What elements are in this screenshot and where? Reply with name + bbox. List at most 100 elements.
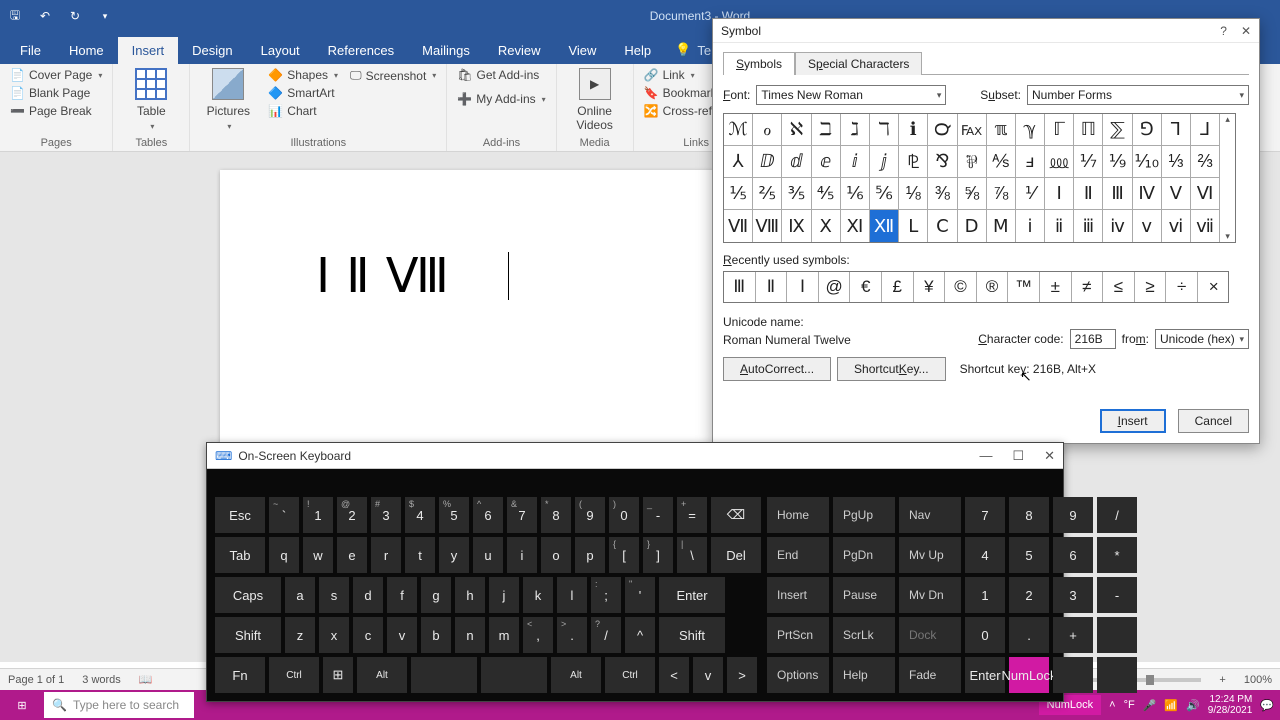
osk-key[interactable]: s <box>319 577 349 613</box>
symbol-cell[interactable]: ℽ <box>1016 114 1045 146</box>
symbol-cell[interactable]: ⅊ <box>899 146 928 178</box>
osk-key[interactable]: Fn <box>215 657 265 693</box>
osk-key[interactable]: ^6 <box>473 497 503 533</box>
chart-button[interactable]: 📊 Chart <box>268 104 338 118</box>
osk-key[interactable]: / <box>1097 497 1137 533</box>
recent-symbol-cell[interactable]: ≠ <box>1072 272 1104 302</box>
symbol-cell[interactable]: ⅄ <box>724 146 753 178</box>
symbol-cell[interactable]: ⅚ <box>870 178 899 210</box>
osk-key[interactable]: Fade <box>899 657 961 693</box>
osk-key[interactable]: 0 <box>965 617 1005 653</box>
taskbar-search[interactable]: 🔍 Type here to search <box>44 692 194 718</box>
osk-key[interactable]: ^ <box>625 617 655 653</box>
tab-design[interactable]: Design <box>178 37 246 64</box>
osk-key[interactable]: Enter <box>659 577 725 613</box>
osk-key[interactable]: Ctrl <box>269 657 319 693</box>
osk-key[interactable]: x <box>319 617 349 653</box>
insert-button[interactable]: Insert <box>1100 409 1166 433</box>
osk-key[interactable]: Mv Up <box>899 537 961 573</box>
screenshot-button[interactable]: 🖵 Screenshot <box>350 68 436 83</box>
osk-key[interactable]: {[ <box>609 537 639 573</box>
osk-key[interactable]: ⌫ <box>711 497 761 533</box>
osk-key[interactable]: e <box>337 537 367 573</box>
osk-key[interactable]: ScrLk <box>833 617 895 653</box>
symbol-cell[interactable]: Ⅿ <box>987 210 1016 242</box>
autocorrect-button[interactable]: AutoCorrect... <box>723 357 831 381</box>
tab-view[interactable]: View <box>554 37 610 64</box>
symbol-cell[interactable]: ⅌ <box>958 146 987 178</box>
symbol-cell[interactable]: ⅉ <box>870 146 899 178</box>
symbol-cell[interactable]: Ⅲ <box>1103 178 1132 210</box>
symbol-cell[interactable]: Ⅺ <box>841 210 870 242</box>
symbol-cell[interactable]: ℶ <box>812 114 841 146</box>
smartart-button[interactable]: 🔷 SmartArt <box>268 86 338 100</box>
osk-key[interactable]: Shift <box>659 617 725 653</box>
table-button[interactable]: Table <box>123 68 179 131</box>
osk-key[interactable]: m <box>489 617 519 653</box>
osk-key[interactable]: t <box>405 537 435 573</box>
osk-key[interactable]: += <box>677 497 707 533</box>
osk-key[interactable]: j <box>489 577 519 613</box>
recent-symbol-cell[interactable]: © <box>945 272 977 302</box>
symbol-cell[interactable]: ⅴ <box>1133 210 1162 242</box>
tab-layout[interactable]: Layout <box>247 37 314 64</box>
osk-key[interactable]: b <box>421 617 451 653</box>
symbol-cell[interactable]: ⅕ <box>724 178 753 210</box>
osk-key[interactable]: PgDn <box>833 537 895 573</box>
osk-key[interactable]: )0 <box>609 497 639 533</box>
symbol-cell[interactable]: ℾ <box>1045 114 1074 146</box>
symbol-cell[interactable]: ⅅ <box>753 146 782 178</box>
osk-key[interactable]: q <box>269 537 299 573</box>
symbol-cell[interactable]: Ⅻ <box>870 210 899 242</box>
tab-review[interactable]: Review <box>484 37 555 64</box>
osk-key[interactable]: Pause <box>833 577 895 613</box>
osk-key[interactable]: }] <box>643 537 673 573</box>
osk-key[interactable]: u <box>473 537 503 573</box>
osk-key[interactable]: - <box>1097 577 1137 613</box>
symbol-cell[interactable]: ℴ <box>753 114 782 146</box>
osk-close-icon[interactable]: ✕ <box>1044 448 1055 464</box>
clock[interactable]: 12:24 PM 9/28/2021 <box>1208 694 1253 716</box>
symbol-cell[interactable]: ⅱ <box>1045 210 1074 242</box>
dialog-tab-special[interactable]: Special Characters <box>795 52 922 75</box>
symbol-cell[interactable]: ℺ <box>928 114 957 146</box>
symbol-cell[interactable]: ⅀ <box>1103 114 1132 146</box>
symbol-cell[interactable]: ℷ <box>841 114 870 146</box>
cover-page-button[interactable]: 📄 Cover Page <box>10 68 102 82</box>
recent-symbol-cell[interactable]: ™ <box>1008 272 1040 302</box>
osk-key[interactable]: f <box>387 577 417 613</box>
osk-key[interactable] <box>411 657 477 693</box>
osk-key[interactable]: Mv Dn <box>899 577 961 613</box>
symbol-cell[interactable]: ⅲ <box>1074 210 1103 242</box>
osk-key[interactable]: !1 <box>303 497 333 533</box>
osk-key[interactable]: v <box>387 617 417 653</box>
symbol-cell[interactable]: Ⅾ <box>958 210 987 242</box>
status-proofing-icon[interactable]: 📖 <box>139 673 153 686</box>
symbol-cell[interactable]: ⅵ <box>1162 210 1191 242</box>
symbol-cell[interactable]: ⅓ <box>1162 146 1191 178</box>
tray-chevron-icon[interactable]: ˄ <box>1109 699 1115 711</box>
osk-key[interactable]: "' <box>625 577 655 613</box>
symbol-cell[interactable]: Ⅽ <box>928 210 957 242</box>
osk-key[interactable]: Alt <box>551 657 601 693</box>
my-addins-button[interactable]: ➕ My Add-ins <box>457 92 545 106</box>
shapes-button[interactable]: 🔶 Shapes <box>268 68 338 82</box>
symbol-cell[interactable]: ⅰ <box>1016 210 1045 242</box>
symbol-cell[interactable]: ⅟ <box>1016 178 1045 210</box>
symbol-cell[interactable]: ⅞ <box>987 178 1016 210</box>
osk-key[interactable]: Help <box>833 657 895 693</box>
osk-key[interactable]: *8 <box>541 497 571 533</box>
tab-help[interactable]: Help <box>610 37 665 64</box>
tray-volume-icon[interactable]: 🔊 <box>1186 699 1200 712</box>
page-break-button[interactable]: ➖ Page Break <box>10 104 102 118</box>
symbol-cell[interactable]: ⅶ <box>1191 210 1220 242</box>
tab-references[interactable]: References <box>314 37 408 64</box>
cancel-button[interactable]: Cancel <box>1178 409 1249 433</box>
recent-symbol-cell[interactable]: ¥ <box>914 272 946 302</box>
symbol-cell[interactable]: ℿ <box>1074 114 1103 146</box>
weather-temp[interactable]: °F <box>1124 699 1135 711</box>
osk-key[interactable]: Del <box>711 537 761 573</box>
tab-file[interactable]: File <box>6 37 55 64</box>
shortcut-key-button[interactable]: Shortcut Key... <box>837 357 946 381</box>
osk-key[interactable]: <, <box>523 617 553 653</box>
